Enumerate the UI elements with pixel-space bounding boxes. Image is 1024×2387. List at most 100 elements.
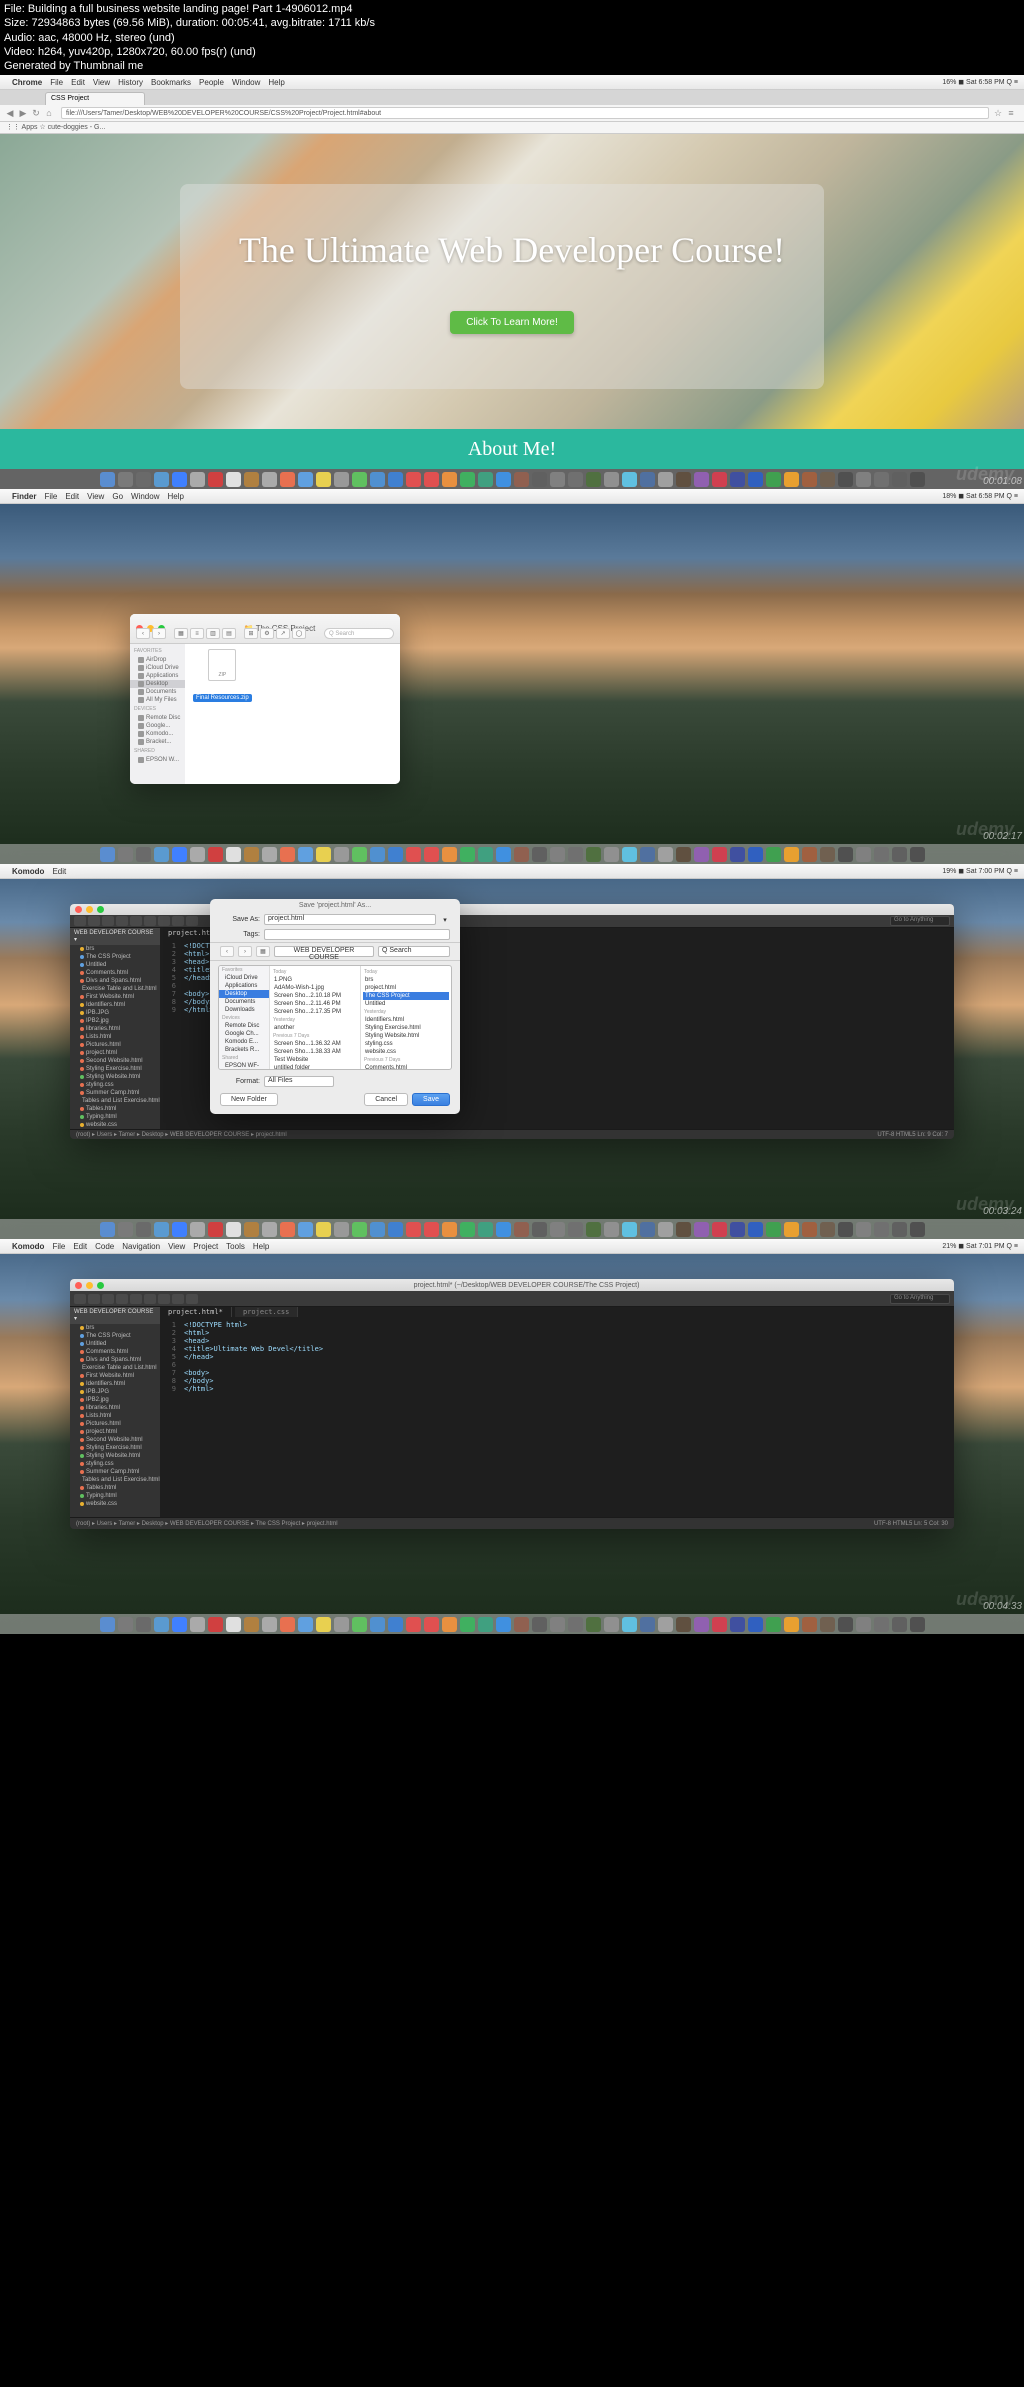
dock-app-icon[interactable] — [784, 1617, 799, 1632]
dock-app-icon[interactable] — [856, 1222, 871, 1237]
cta-button[interactable]: Click To Learn More! — [450, 311, 574, 334]
dock-app-icon[interactable] — [712, 847, 727, 862]
new-folder-button[interactable]: New Folder — [220, 1093, 278, 1106]
file-item[interactable]: another — [272, 1024, 358, 1032]
dock-app-icon[interactable] — [244, 847, 259, 862]
file-item[interactable]: Comments.html — [363, 1064, 449, 1069]
reload-button[interactable]: ↻ — [31, 108, 41, 118]
code-line[interactable]: 4 <title>Ultimate Web Devel</title> — [164, 1345, 950, 1353]
file-tree-item[interactable]: Comments.html — [70, 1348, 160, 1356]
dock-app-icon[interactable] — [208, 847, 223, 862]
dock-app-icon[interactable] — [748, 847, 763, 862]
file-tree-item[interactable]: IPB2.jpg — [70, 1396, 160, 1404]
dock-app-icon[interactable] — [730, 1222, 745, 1237]
file-tree-item[interactable]: project.html — [70, 1428, 160, 1436]
dock-app-icon[interactable] — [460, 472, 475, 487]
file-tree-item[interactable]: brs — [70, 945, 160, 953]
dock-app-icon[interactable] — [190, 472, 205, 487]
dock-app-icon[interactable] — [208, 1617, 223, 1632]
app-name[interactable]: Finder — [12, 492, 36, 501]
dock-app-icon[interactable] — [280, 472, 295, 487]
dock-app-icon[interactable] — [820, 1617, 835, 1632]
file-name[interactable]: Final Resources.zip — [193, 694, 252, 702]
file-item[interactable]: Screen Sho...1.36.32 AM — [272, 1040, 358, 1048]
dock-app-icon[interactable] — [874, 1617, 889, 1632]
file-item[interactable]: Screen Sho...2.17.35 PM — [272, 1008, 358, 1016]
dock-app-icon[interactable] — [622, 472, 637, 487]
dock-app-icon[interactable] — [388, 1222, 403, 1237]
finder-search[interactable]: Q Search — [324, 628, 394, 639]
dock-app-icon[interactable] — [424, 1617, 439, 1632]
dock[interactable] — [0, 469, 1024, 489]
dock-app-icon[interactable] — [910, 1617, 925, 1632]
dock-app-icon[interactable] — [190, 847, 205, 862]
dock-app-icon[interactable] — [676, 1617, 691, 1632]
dock-app-icon[interactable] — [352, 1617, 367, 1632]
dock-app-icon[interactable] — [100, 1222, 115, 1237]
dock-app-icon[interactable] — [730, 1617, 745, 1632]
dock-app-icon[interactable] — [154, 472, 169, 487]
sidebar-item[interactable]: EPSON W... — [130, 756, 185, 764]
editor-tab[interactable]: project.html* — [160, 1307, 232, 1317]
dock-app-icon[interactable] — [370, 472, 385, 487]
file-item[interactable]: Untitled — [363, 1000, 449, 1008]
file-tree-item[interactable]: Styling Exercise.html — [70, 1065, 160, 1073]
dock-app-icon[interactable] — [154, 1617, 169, 1632]
dock-app-icon[interactable] — [334, 1222, 349, 1237]
file-item[interactable]: Styling Exercise.html — [363, 1024, 449, 1032]
file-tree-item[interactable]: Styling Website.html — [70, 1073, 160, 1081]
breadcrumb[interactable]: (root) ▸ Users ▸ Tamer ▸ Desktop ▸ WEB D… — [76, 1520, 338, 1527]
code-line[interactable]: 3 <head> — [164, 1337, 950, 1345]
dock-app-icon[interactable] — [406, 1222, 421, 1237]
dock-app-icon[interactable] — [676, 1222, 691, 1237]
menu-item[interactable]: Help — [253, 1242, 269, 1251]
dock-app-icon[interactable] — [568, 1222, 583, 1237]
menu-item[interactable]: View — [168, 1242, 185, 1251]
menu-item[interactable]: Help — [167, 492, 183, 501]
dock-app-icon[interactable] — [406, 1617, 421, 1632]
dock-app-icon[interactable] — [586, 1222, 601, 1237]
file-tree-item[interactable]: brs — [70, 1324, 160, 1332]
dock-app-icon[interactable] — [334, 472, 349, 487]
dock-app-icon[interactable] — [424, 847, 439, 862]
dock-app-icon[interactable] — [550, 472, 565, 487]
dock-app-icon[interactable] — [496, 1617, 511, 1632]
sidebar-item[interactable]: Brackets R... — [219, 1046, 269, 1054]
dock-app-icon[interactable] — [226, 1617, 241, 1632]
code-line[interactable]: 1<!DOCTYPE html> — [164, 1321, 950, 1329]
menu-item[interactable]: Edit — [73, 1242, 87, 1251]
dock-app-icon[interactable] — [550, 1222, 565, 1237]
dock-app-icon[interactable] — [658, 847, 673, 862]
file-tree-item[interactable]: Tables.html — [70, 1105, 160, 1113]
dock-app-icon[interactable] — [820, 472, 835, 487]
dock-app-icon[interactable] — [298, 1222, 313, 1237]
dock-app-icon[interactable] — [280, 1617, 295, 1632]
tags-button[interactable]: ◯ — [292, 628, 306, 639]
dock-app-icon[interactable] — [406, 847, 421, 862]
url-bar[interactable]: file:///Users/Tamer/Desktop/WEB%20DEVELO… — [61, 107, 989, 119]
dock-app-icon[interactable] — [550, 847, 565, 862]
forward-button[interactable]: ▶ — [18, 108, 28, 118]
dock-app-icon[interactable] — [748, 1222, 763, 1237]
menu-item[interactable]: People — [199, 78, 224, 87]
dock-app-icon[interactable] — [748, 1617, 763, 1632]
share-button[interactable]: ↗ — [276, 628, 290, 639]
forward-button[interactable]: › — [152, 628, 166, 639]
file-tree-item[interactable]: Typing.html — [70, 1113, 160, 1121]
dock-app-icon[interactable] — [172, 847, 187, 862]
star-button[interactable]: ☆ — [993, 108, 1003, 118]
dock-app-icon[interactable] — [388, 472, 403, 487]
sidebar-item[interactable]: Applications — [130, 672, 185, 680]
menu-item[interactable]: Edit — [52, 867, 66, 876]
dock-app-icon[interactable] — [604, 1222, 619, 1237]
dock-app-icon[interactable] — [532, 847, 547, 862]
dock-app-icon[interactable] — [442, 1617, 457, 1632]
dock-app-icon[interactable] — [100, 847, 115, 862]
toolbar-button[interactable] — [144, 1294, 156, 1304]
sidebar-item[interactable]: Remote Disc — [130, 714, 185, 722]
file-tree-item[interactable]: Second Website.html — [70, 1436, 160, 1444]
toolbar-button[interactable] — [158, 916, 170, 926]
code-line[interactable]: 8 </body> — [164, 1377, 950, 1385]
dock-app-icon[interactable] — [352, 472, 367, 487]
menu-item[interactable]: Code — [95, 1242, 114, 1251]
